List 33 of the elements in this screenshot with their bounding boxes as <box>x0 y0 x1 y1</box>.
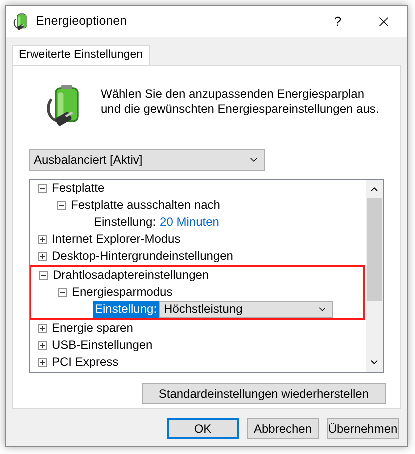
help-button[interactable]: ? <box>315 6 361 37</box>
tree-item[interactable]: Desktop-Hintergrundeinstellungen <box>52 248 234 265</box>
collapse-icon[interactable] <box>58 288 67 297</box>
restore-defaults-button[interactable]: Standardeinstellungen wiederherstellen <box>142 383 386 404</box>
dialog-button[interactable]: Abbrechen <box>247 418 319 439</box>
collapse-icon[interactable] <box>38 184 47 193</box>
setting-label: Einstellung: <box>93 301 160 318</box>
collapse-icon[interactable] <box>57 201 66 210</box>
tree-item[interactable]: USB-Einstellungen <box>52 337 153 354</box>
tree-item[interactable]: Energiesparmodus <box>72 284 173 301</box>
collapse-icon[interactable] <box>39 271 48 280</box>
expand-icon[interactable] <box>38 235 47 244</box>
tab[interactable]: Erweiterte Einstellungen <box>12 45 150 65</box>
scrollbar[interactable] <box>366 180 383 372</box>
dialog-button[interactable]: OK <box>167 418 239 439</box>
expand-icon[interactable] <box>38 252 47 261</box>
tree-item[interactable]: Internet Explorer-Modus <box>52 231 181 248</box>
expand-icon[interactable] <box>38 358 47 367</box>
setting-label: Einstellung: <box>94 214 156 231</box>
tree-item[interactable]: Energie sparen <box>52 320 134 337</box>
tree-item[interactable]: Festplatte <box>52 180 105 197</box>
expand-icon[interactable] <box>38 324 47 333</box>
tree-item[interactable]: Drahtlosadaptereinstellungen <box>53 267 210 284</box>
expand-icon[interactable] <box>38 341 47 350</box>
window-title: Energieoptionen <box>36 13 128 30</box>
tree-item[interactable]: Festplatte ausschalten nach <box>71 197 220 214</box>
scrollbar-thumb[interactable] <box>367 198 382 301</box>
dialog-button[interactable]: Übernehmen <box>327 418 399 439</box>
setting-value-link[interactable]: 20 Minuten <box>160 214 220 231</box>
tree-item[interactable]: PCI Express <box>52 354 119 371</box>
setting-dropdown[interactable]: Höchstleistung <box>159 301 334 318</box>
description-text: Wählen Sie den anzupassenden Energiesparplan und die gewünschten Energiespareinstellungen aus. <box>101 86 380 117</box>
plan-dropdown[interactable]: Ausbalanciert [Aktiv] <box>29 149 265 171</box>
